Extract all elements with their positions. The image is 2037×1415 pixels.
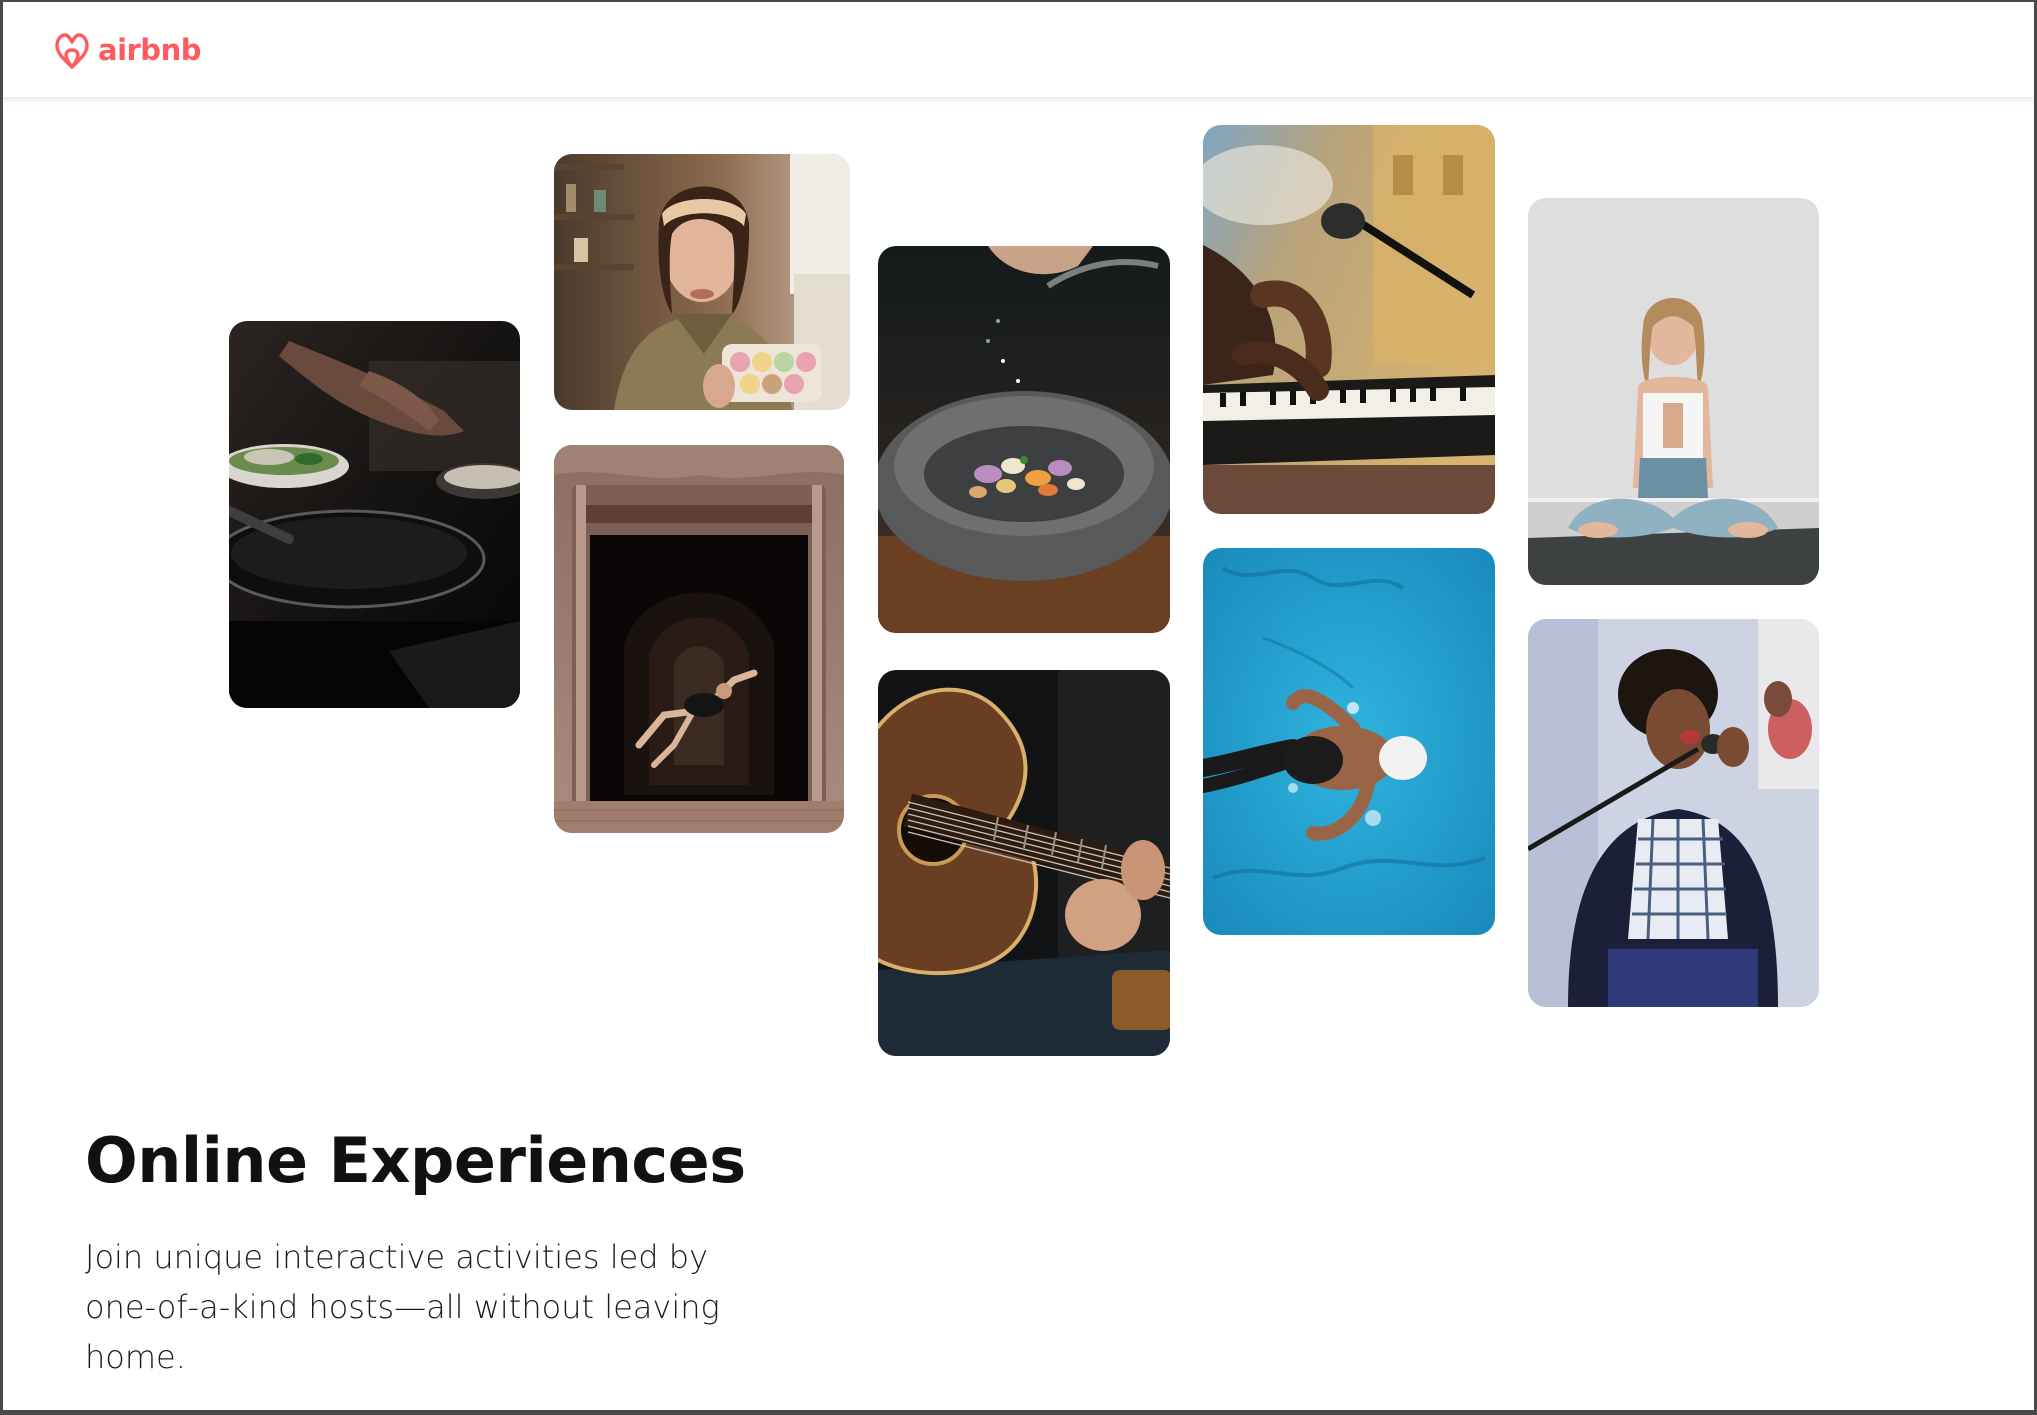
brand-name: airbnb [98,33,201,67]
photo-singer-microphone [1528,619,1819,1007]
airbnb-logo-link[interactable]: airbnb [52,28,201,72]
photo-acoustic-guitar [878,670,1170,1056]
photo-baker-macarons [554,154,850,410]
photo-stone-bowl-seasoning [878,246,1170,633]
photo-swimmer-pool [1203,548,1495,935]
photo-cooking-pans [229,321,520,708]
photo-piano-microphone [1203,125,1495,514]
page-title: Online Experiences [85,1124,746,1197]
top-navbar: airbnb [0,0,2037,97]
photo-yoga-meditation [1528,198,1819,585]
photo-dancer-archway [554,445,844,833]
airbnb-belo-icon [55,33,89,69]
hero-description: Join unique interactive activities led b… [85,1238,720,1376]
